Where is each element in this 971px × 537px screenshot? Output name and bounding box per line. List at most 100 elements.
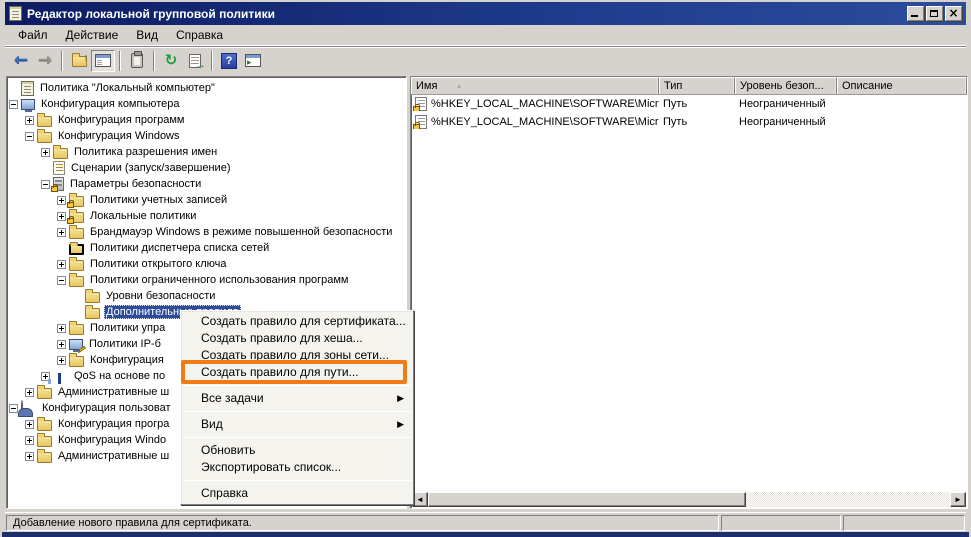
expand-toggle[interactable] <box>25 420 34 429</box>
toolbar-button-console-window[interactable] <box>241 50 265 72</box>
user-icon <box>21 401 36 416</box>
toolbar-button-export-list[interactable] <box>183 50 207 72</box>
security-settings-icon <box>53 177 64 191</box>
tree-item[interactable]: Брандмауэр Windows в режиме повышенной б… <box>7 224 406 240</box>
tree-item[interactable]: Политики учетных записей <box>7 192 406 208</box>
tree-item-label: Административные ш <box>56 449 171 463</box>
tree-item-label: Конфигурация пользоват <box>40 401 173 415</box>
expand-toggle[interactable] <box>57 196 66 205</box>
toolbar-separator <box>119 51 121 71</box>
column-header-Тип[interactable]: Тип <box>659 77 735 94</box>
results-panel: Имя▲ Тип Уровень безоп... Описание %HKEY_LO… <box>410 76 968 509</box>
table-row[interactable]: %HKEY_LOCAL_MACHINE\SOFTWARE\Micr... Путь… <box>411 113 967 131</box>
toolbar-button-help[interactable]: ? <box>217 50 241 72</box>
submenu-arrow-icon: ▶ <box>397 390 404 407</box>
tree-item-label: Политики IP-б <box>87 337 163 351</box>
context-menu-item[interactable]: Обновить <box>181 442 413 459</box>
maximize-button[interactable] <box>926 6 943 21</box>
cell-0: %HKEY_LOCAL_MACHINE\SOFTWARE\Micr... <box>411 97 659 111</box>
column-header-Уровеньбезоп[interactable]: Уровень безоп... <box>735 77 837 94</box>
context-menu-item[interactable]: Создать правило для хеша... <box>181 330 413 347</box>
expand-toggle[interactable] <box>57 212 66 221</box>
menubar-item-файл[interactable]: Файл <box>9 26 57 44</box>
expand-toggle[interactable] <box>57 356 66 365</box>
tree-item[interactable]: Сценарии (запуск/завершение) <box>7 160 406 176</box>
column-header-Имя[interactable]: Имя▲ <box>411 77 659 94</box>
cell-text: Неограниченный <box>739 98 826 110</box>
column-header-label: Тип <box>664 80 682 92</box>
expand-toggle[interactable] <box>25 388 34 397</box>
toolbar-button-up-one-level[interactable]: ↑ <box>67 50 91 72</box>
menu-item-label: Обновить <box>201 443 255 457</box>
list-rows: %HKEY_LOCAL_MACHINE\SOFTWARE\Micr... Путь… <box>411 95 967 131</box>
expand-toggle[interactable] <box>25 116 34 125</box>
context-menu-item[interactable]: Экспортировать список... <box>181 459 413 476</box>
context-menu-item[interactable]: Создать правило для зоны сети... <box>181 347 413 364</box>
close-button[interactable]: × <box>945 6 962 21</box>
toolbar-button-back-arrow[interactable]: ← <box>9 50 33 72</box>
collapse-toggle[interactable] <box>9 100 18 109</box>
collapse-toggle[interactable] <box>41 180 50 189</box>
menu-item-label: Все задачи <box>201 391 264 405</box>
toolbar-button-clipboard[interactable] <box>125 50 149 72</box>
menu-separator <box>182 385 412 386</box>
folder-icon <box>69 228 84 239</box>
horizontal-scrollbar[interactable]: ◄ ► <box>412 492 966 507</box>
tree-item[interactable]: Конфигурация программ <box>7 112 406 128</box>
tree-item[interactable]: Политики открытого ключа <box>7 256 406 272</box>
toolbar-button-refresh[interactable]: ↻ <box>159 50 183 72</box>
context-menu-item[interactable]: Создать правило для сертификата... <box>181 313 413 330</box>
status-section-3 <box>843 515 965 531</box>
menu-item-label: Справка <box>201 486 248 500</box>
tree-item[interactable]: Политика разрешения имен <box>7 144 406 160</box>
collapse-toggle[interactable] <box>25 132 34 141</box>
scroll-track[interactable] <box>746 492 950 507</box>
collapse-toggle[interactable] <box>57 276 66 285</box>
menubar-item-действие[interactable]: Действие <box>57 26 128 44</box>
tree-item-label: Политики упра <box>88 321 167 335</box>
expand-toggle[interactable] <box>57 324 66 333</box>
context-menu-item[interactable]: Создать правило для пути... <box>181 364 413 381</box>
tree-item[interactable]: Локальные политики <box>7 208 406 224</box>
tree-item-label: Конфигурация программ <box>56 113 186 127</box>
expand-toggle[interactable] <box>57 340 66 349</box>
refresh-icon: ↻ <box>165 53 178 68</box>
tree-item[interactable]: Уровни безопасности <box>7 288 406 304</box>
toolbar-button-forward-arrow[interactable]: → <box>33 50 57 72</box>
tree-item[interactable]: Политика "Локальный компьютер" <box>7 80 406 96</box>
collapse-toggle[interactable] <box>9 404 18 413</box>
minimize-button[interactable] <box>907 6 924 21</box>
tree-item-label: Конфигурация Windows <box>56 129 182 143</box>
tree-item[interactable]: Конфигурация компьютера <box>7 96 406 112</box>
scroll-right-button[interactable]: ► <box>950 492 966 507</box>
menubar-item-справка[interactable]: Справка <box>167 26 232 44</box>
tree-item[interactable]: Параметры безопасности <box>7 176 406 192</box>
menubar-item-вид[interactable]: Вид <box>127 26 167 44</box>
expand-toggle[interactable] <box>25 436 34 445</box>
folder-lock-icon <box>69 196 84 207</box>
column-header-label: Уровень безоп... <box>740 80 824 92</box>
expand-toggle[interactable] <box>41 148 50 157</box>
expand-toggle[interactable] <box>25 452 34 461</box>
tree-item[interactable]: Политики ограниченного использования про… <box>7 272 406 288</box>
tree-item[interactable]: Конфигурация Windows <box>7 128 406 144</box>
tree-item[interactable]: Политики диспетчера списка сетей <box>7 240 406 256</box>
cell-0: %HKEY_LOCAL_MACHINE\SOFTWARE\Micr... <box>411 115 659 129</box>
table-row[interactable]: %HKEY_LOCAL_MACHINE\SOFTWARE\Micr...Путь… <box>411 95 967 113</box>
context-menu-item[interactable]: Справка <box>181 485 413 502</box>
folder-icon <box>37 452 52 463</box>
column-header-Описание[interactable]: Описание <box>837 77 967 94</box>
context-menu-item[interactable]: Все задачи ▶ <box>181 390 413 407</box>
context-menu-item[interactable]: Вид▶ <box>181 416 413 433</box>
scroll-thumb[interactable] <box>428 492 746 507</box>
cell-text: Путь <box>663 116 687 128</box>
menu-item-label: Создать правило для хеша... <box>201 331 363 345</box>
tree-item-label: Параметры безопасности <box>68 177 203 191</box>
expand-toggle[interactable] <box>57 228 66 237</box>
scroll-left-button[interactable]: ◄ <box>412 492 428 507</box>
expand-toggle[interactable] <box>57 260 66 269</box>
menu-separator <box>182 480 412 481</box>
tree-item-label: Локальные политики <box>88 209 198 223</box>
network-list-manager-icon <box>69 244 84 255</box>
toolbar-button-show-console-tree[interactable] <box>91 50 115 72</box>
